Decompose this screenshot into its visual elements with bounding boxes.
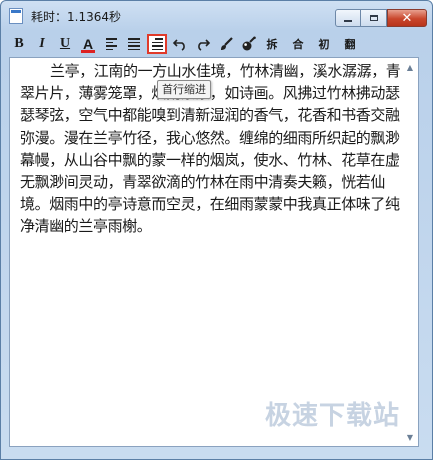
- indent-first-line-button[interactable]: [147, 34, 167, 54]
- undo-button[interactable]: [170, 34, 190, 54]
- app-window: 耗时：1.1364秒 ✕ B I U A 拆 合 初 翻 首行缩进 兰亭，江南的…: [0, 0, 433, 460]
- bold-button[interactable]: B: [9, 34, 29, 54]
- text-editor[interactable]: 兰亭，江南的一方山水佳境，竹林清幽，溪水潺潺，青翠片片，薄雾笼罩，烟雨蒙蒙，如诗…: [9, 57, 419, 447]
- minimize-button[interactable]: [335, 9, 361, 27]
- undo-icon: [172, 39, 185, 51]
- merge-button[interactable]: 合: [288, 34, 308, 54]
- font-color-button[interactable]: A: [78, 34, 98, 54]
- scroll-down-arrow[interactable]: ▼: [403, 430, 417, 444]
- scroll-up-arrow[interactable]: ▲: [403, 60, 417, 74]
- title-bar[interactable]: 耗时：1.1364秒 ✕: [1, 1, 432, 31]
- brush-button[interactable]: [216, 34, 236, 54]
- split-button[interactable]: 拆: [262, 34, 282, 54]
- align-justify-icon: [128, 38, 140, 50]
- italic-button[interactable]: I: [32, 34, 52, 54]
- maximize-button[interactable]: [361, 9, 387, 27]
- align-justify-button[interactable]: [124, 34, 144, 54]
- indent-icon: [151, 38, 163, 50]
- clear-format-button[interactable]: [239, 34, 259, 54]
- maximize-icon: [369, 15, 378, 21]
- align-left-icon: [105, 38, 117, 50]
- window-title: 耗时：1.1364秒: [31, 10, 121, 24]
- redo-button[interactable]: [193, 34, 213, 54]
- flip-button[interactable]: 翻: [340, 34, 360, 54]
- close-button[interactable]: ✕: [387, 9, 427, 27]
- underline-button[interactable]: U: [55, 34, 75, 54]
- tooltip: 首行缩进: [157, 80, 211, 99]
- editor-text[interactable]: 兰亭，江南的一方山水佳境，竹林清幽，溪水潺潺，青翠片片，薄雾笼罩，烟雨蒙蒙，如诗…: [20, 60, 402, 238]
- format-toolbar: B I U A 拆 合 初 翻: [9, 33, 425, 55]
- clear-format-icon: [242, 36, 256, 51]
- watermark: 极速下载站: [264, 401, 400, 431]
- notepad-icon: [9, 8, 23, 24]
- redo-icon: [198, 39, 211, 51]
- initial-button[interactable]: 初: [314, 34, 334, 54]
- minimize-icon: [344, 19, 352, 22]
- brush-icon: [221, 37, 233, 50]
- align-left-button[interactable]: [101, 34, 121, 54]
- close-icon: ✕: [401, 10, 413, 26]
